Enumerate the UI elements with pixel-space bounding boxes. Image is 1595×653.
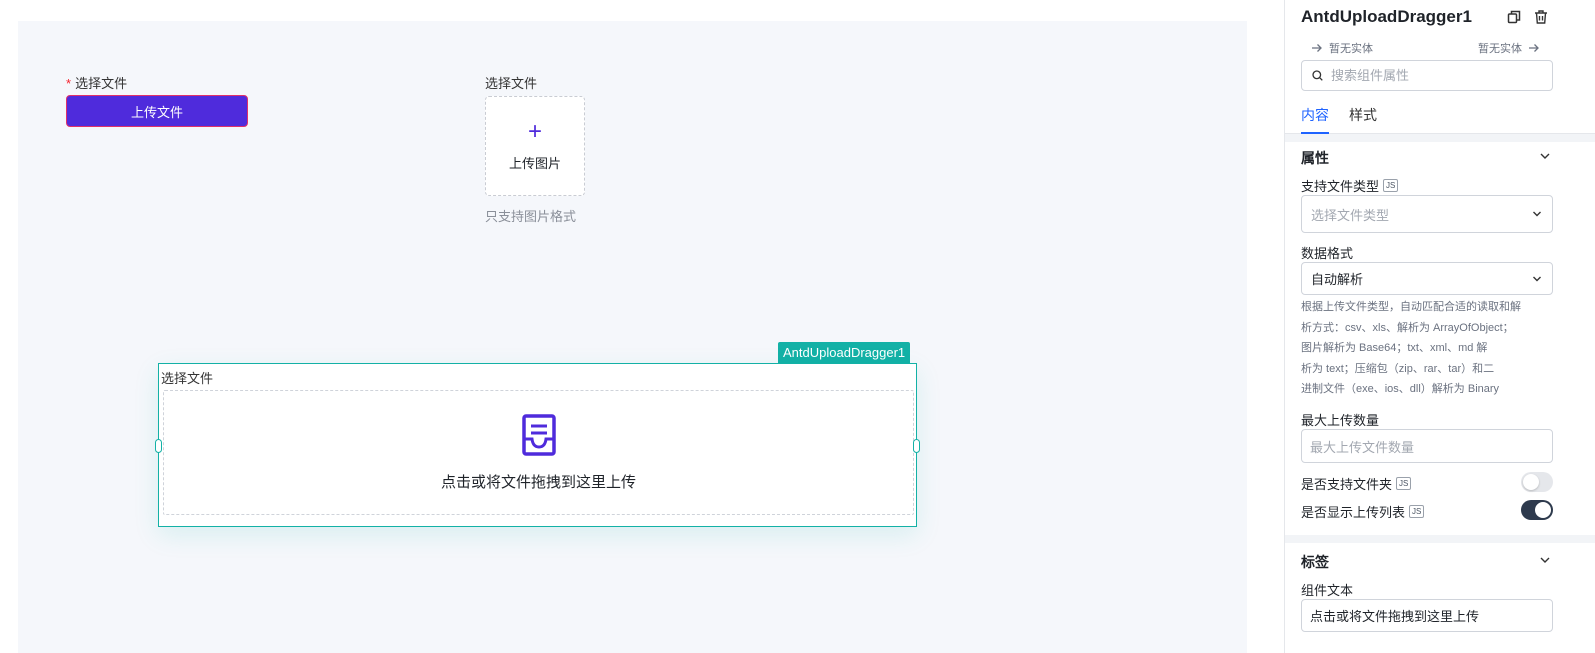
- js-badge[interactable]: JS: [1396, 477, 1412, 490]
- data-format-label: 数据格式: [1301, 246, 1354, 261]
- js-badge[interactable]: JS: [1383, 179, 1399, 192]
- divider: [1285, 134, 1595, 142]
- section-title-label[interactable]: 标签: [1301, 552, 1329, 572]
- chevron-down-icon[interactable]: [1539, 554, 1551, 566]
- image-upload-label: 选择文件: [485, 76, 538, 91]
- dragger-label: 选择文件: [161, 371, 214, 386]
- plus-icon: +: [527, 117, 542, 145]
- drop-zone-text: 点击或将文件拖拽到这里上传: [440, 474, 636, 491]
- next-entity-link[interactable]: 暂无实体: [1478, 40, 1540, 56]
- component-title[interactable]: AntdUploadDragger1: [1301, 7, 1472, 27]
- required-mark: *: [66, 76, 72, 91]
- folder-support-label: 是否支持文件夹 JS: [1301, 474, 1412, 493]
- data-format-select[interactable]: 自动解析: [1301, 262, 1553, 295]
- panel-tabs: 内容 样式: [1285, 103, 1595, 134]
- selection-tag[interactable]: AntdUploadDragger1: [778, 342, 911, 363]
- image-format-hint: 只支持图片格式: [485, 209, 577, 224]
- section-title-properties[interactable]: 属性: [1301, 148, 1329, 168]
- file-type-select[interactable]: 选择文件类型: [1301, 195, 1553, 233]
- property-search[interactable]: [1301, 60, 1553, 91]
- data-format-description: 根据上传文件类型，自动匹配合适的读取和解 析方式：csv、xls、解析为 Arr…: [1301, 301, 1521, 395]
- max-count-input[interactable]: 最大上传文件数量: [1301, 429, 1553, 463]
- tab-content[interactable]: 内容: [1301, 105, 1329, 134]
- chevron-down-icon[interactable]: [1539, 150, 1551, 162]
- upload-image-card[interactable]: + 上传图片: [485, 96, 585, 196]
- upload-image-text: 上传图片: [508, 155, 561, 171]
- file-upload-label: * 选择文件: [66, 76, 128, 91]
- component-text-label: 组件文本: [1301, 583, 1354, 598]
- max-count-label: 最大上传数量: [1301, 413, 1380, 428]
- chevron-down-icon: [1533, 211, 1541, 217]
- file-type-label: 支持文件类型 JS: [1301, 176, 1399, 195]
- divider: [1285, 535, 1595, 543]
- search-icon: [1312, 70, 1323, 81]
- js-badge[interactable]: JS: [1409, 505, 1425, 518]
- chevron-down-icon: [1533, 276, 1541, 281]
- search-input[interactable]: [1331, 68, 1531, 83]
- copy-icon[interactable]: [1505, 8, 1523, 26]
- resize-handle-left[interactable]: [155, 439, 162, 453]
- prev-entity-link[interactable]: 暂无实体: [1311, 40, 1373, 56]
- folder-support-toggle[interactable]: [1521, 472, 1553, 492]
- tab-style[interactable]: 样式: [1349, 105, 1377, 134]
- arrow-right-icon: [1312, 44, 1322, 52]
- inbox-icon: [521, 414, 556, 456]
- property-panel: AntdUploadDragger1 暂无实体 暂无实体 内容 样式 属性 支持…: [1284, 0, 1595, 653]
- delete-icon[interactable]: [1532, 8, 1550, 26]
- show-list-label: 是否显示上传列表 JS: [1301, 502, 1425, 521]
- component-text-input[interactable]: 点击或将文件拖拽到这里上传: [1301, 599, 1553, 632]
- arrow-right-icon: [1529, 44, 1539, 52]
- drop-zone[interactable]: 点击或将文件拖拽到这里上传: [163, 390, 914, 515]
- upload-file-button[interactable]: 上传文件: [66, 95, 248, 127]
- resize-handle-right[interactable]: [913, 439, 920, 453]
- show-list-toggle[interactable]: [1521, 500, 1553, 520]
